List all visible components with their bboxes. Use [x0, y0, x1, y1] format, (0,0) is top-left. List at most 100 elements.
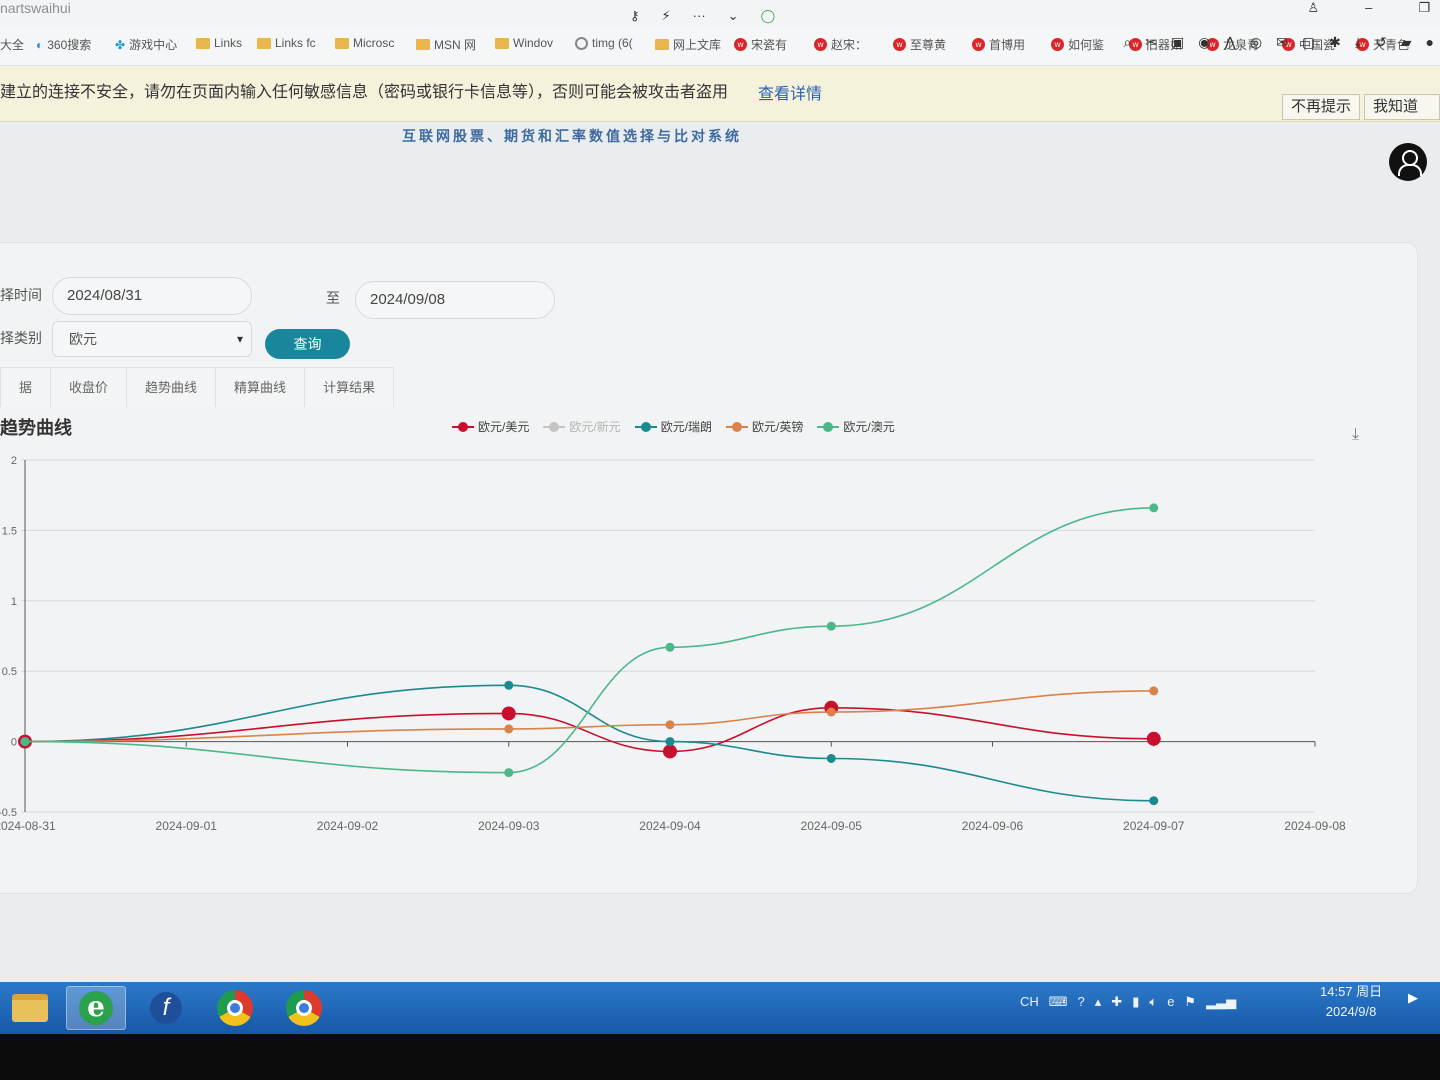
legend-item[interactable]: 欧元/新元 — [543, 418, 621, 435]
tab-1[interactable]: 收盘价 — [50, 367, 128, 407]
skin-icon[interactable]: ♙ — [1307, 0, 1319, 16]
to-label: 至 — [326, 290, 340, 306]
key-icon[interactable]: ⚷ — [630, 8, 640, 24]
tab-3[interactable]: 精算曲线 — [215, 367, 306, 407]
translate-icon[interactable]: ⋀ — [1224, 34, 1235, 51]
folder-icon — [655, 39, 669, 50]
bag-icon[interactable]: ▰ — [1401, 34, 1412, 51]
bookmarks-bar: 大全 ◐ 360搜索 ✤ 游戏中心 Links Links fc Microsc MSN 网 Wi… — [0, 28, 1440, 66]
game-icon[interactable]: ◉ — [1198, 34, 1210, 51]
bookmark-label: 大全 — [0, 38, 25, 52]
bookmark-item[interactable]: w 如何鉴 — [1051, 36, 1104, 53]
y-tick-label: 1.5 — [2, 525, 17, 537]
more-icon[interactable]: ··· — [693, 8, 706, 24]
tray-expand-icon[interactable]: ▴ — [1095, 994, 1102, 1010]
data-point — [663, 744, 677, 759]
tab-0[interactable]: 据 — [0, 367, 52, 407]
legend-item[interactable]: 欧元/瑞朗 — [634, 418, 712, 435]
security-shield-icon[interactable]: ✚ — [1111, 994, 1122, 1010]
data-point — [826, 707, 836, 717]
data-point — [665, 737, 675, 747]
user-icon[interactable]: ● — [1426, 34, 1434, 51]
scissors-icon[interactable]: ✂ — [1145, 34, 1157, 51]
language-indicator[interactable]: CH — [1020, 994, 1039, 1010]
keyboard-icon[interactable]: ⌨ — [1049, 994, 1068, 1010]
legend-label: 欧元/英镑 — [752, 420, 804, 434]
help-icon[interactable]: ? — [1078, 994, 1085, 1010]
bookmark-label: timg (6( — [592, 36, 633, 50]
bookmark-item[interactable]: 大全 — [0, 36, 24, 53]
dismiss-warning-button[interactable]: 不再提示 — [1282, 94, 1361, 120]
start-date-input[interactable]: 2024/08/31 — [52, 277, 252, 315]
legend-swatch — [817, 421, 840, 433]
weibo-icon[interactable]: ◎ — [1250, 34, 1262, 51]
360-logo-icon[interactable]: ◯ — [761, 8, 776, 24]
volume-icon[interactable]: 🔈︎ — [1149, 994, 1157, 1010]
bookmark-item[interactable]: MSN 网 — [416, 36, 476, 53]
taskbar: e f CH ⌨ ? ▴ ✚ ▮ 🔈︎ e ⚑ ▂▃▅ 14:57 周日 202… — [0, 982, 1440, 1034]
ie-tray-icon[interactable]: e — [1167, 994, 1174, 1010]
legend-label: 欧元/美元 — [478, 420, 530, 434]
legend-item[interactable]: 欧元/澳元 — [817, 418, 895, 435]
bookmark-item[interactable]: ◐ 360搜索 — [36, 36, 91, 53]
chevron-down-icon[interactable]: ⌄ — [728, 8, 739, 24]
chrome-taskbar-button-1[interactable] — [205, 986, 265, 1030]
undo-icon[interactable]: ↺ — [1375, 34, 1387, 51]
bookmark-item[interactable]: 网上文库 — [655, 36, 721, 53]
chrome-taskbar-button-2[interactable] — [274, 986, 334, 1030]
bookmark-item[interactable]: w 赵宋： — [814, 36, 867, 53]
bookmark-label: 游戏中心 — [129, 38, 178, 52]
warning-details-link[interactable]: 查看详情 — [758, 80, 822, 104]
bookmark-item[interactable]: Windov — [495, 36, 553, 50]
restore-icon[interactable]: ❐ — [1418, 0, 1430, 16]
bookmark-item[interactable]: w 首博用 — [972, 36, 1025, 53]
ie-taskbar-button[interactable]: e — [66, 986, 126, 1030]
mail-icon[interactable]: ✉ — [1276, 34, 1288, 51]
data-point — [1146, 731, 1161, 746]
y-tick-label: 0 — [11, 737, 17, 749]
weibo-icon: w — [814, 38, 827, 51]
end-date-input[interactable]: 2024/09/08 — [355, 281, 555, 319]
network-warning-icon[interactable]: ⚑ — [1184, 994, 1196, 1010]
chart-legend: 欧元/美元 欧元/新元 欧元/瑞朗 欧元/英镑 欧元/澳元 — [452, 418, 895, 435]
user-avatar-icon[interactable] — [1389, 143, 1427, 181]
bolt-icon[interactable]: ⚡ — [662, 8, 671, 24]
warning-message: 建立的连接不安全，请勿在页面内输入任何敏感信息（密码或银行卡信息等），否则可能会… — [0, 84, 729, 101]
legend-label: 欧元/澳元 — [843, 420, 895, 434]
window-icon[interactable]: ▢ — [1302, 34, 1315, 51]
bookmark-item[interactable]: w 至尊黄 — [893, 36, 946, 53]
show-desktop-icon[interactable]: ▶ — [1408, 990, 1418, 1006]
folder-icon — [196, 37, 210, 49]
bookmark-item[interactable]: timg (6( — [575, 36, 633, 50]
device-icon[interactable]: ▮ — [1132, 994, 1139, 1010]
extension-icon[interactable]: ▣ — [1171, 34, 1184, 51]
x-tick-label: 2024-09-03 — [478, 819, 540, 833]
download-icon[interactable]: ⤓ — [1355, 34, 1361, 51]
search-icon[interactable]: ⌕ — [1123, 34, 1131, 51]
folder-icon — [12, 994, 48, 1022]
legend-item[interactable]: 欧元/美元 — [452, 418, 529, 435]
bookmark-item[interactable]: Microsc — [335, 36, 394, 50]
acknowledge-warning-button[interactable]: 我知道了 — [1364, 94, 1440, 139]
query-button[interactable]: 查询 — [265, 329, 350, 359]
signal-icon[interactable]: ▂▃▅ — [1206, 994, 1236, 1010]
bookmark-item[interactable]: Links fc — [257, 36, 316, 50]
bookmark-item[interactable]: Links — [196, 36, 242, 50]
folder-icon — [257, 37, 271, 49]
legend-item[interactable]: 欧元/英镑 — [726, 418, 803, 435]
category-select[interactable]: 欧元 ▾ — [52, 321, 252, 357]
download-icon[interactable]: ⤓ — [1352, 426, 1359, 444]
minimize-icon[interactable]: – — [1365, 0, 1372, 16]
puzzle-icon[interactable]: ✱ — [1329, 34, 1341, 51]
tab-4[interactable]: 计算结果 — [304, 367, 395, 407]
y-tick-label: 0.5 — [2, 666, 17, 678]
bookmark-item[interactable]: w 宋瓷有 — [734, 36, 787, 53]
system-clock[interactable]: 14:57 周日 2024/9/8 — [1320, 982, 1382, 1022]
explorer-taskbar-button[interactable] — [0, 986, 60, 1030]
tab-2[interactable]: 趋势曲线 — [126, 367, 217, 407]
y-tick-label: 2 — [11, 455, 17, 467]
x-tick-label: 2024-09-04 — [639, 819, 701, 833]
bookmark-item[interactable]: ✤ 游戏中心 — [115, 36, 177, 53]
flash-taskbar-button[interactable]: f — [136, 986, 196, 1030]
page-content: 互联网股票、期货和汇率数值选择与比对系统 择时间 2024/08/31 至 20… — [0, 122, 1440, 982]
